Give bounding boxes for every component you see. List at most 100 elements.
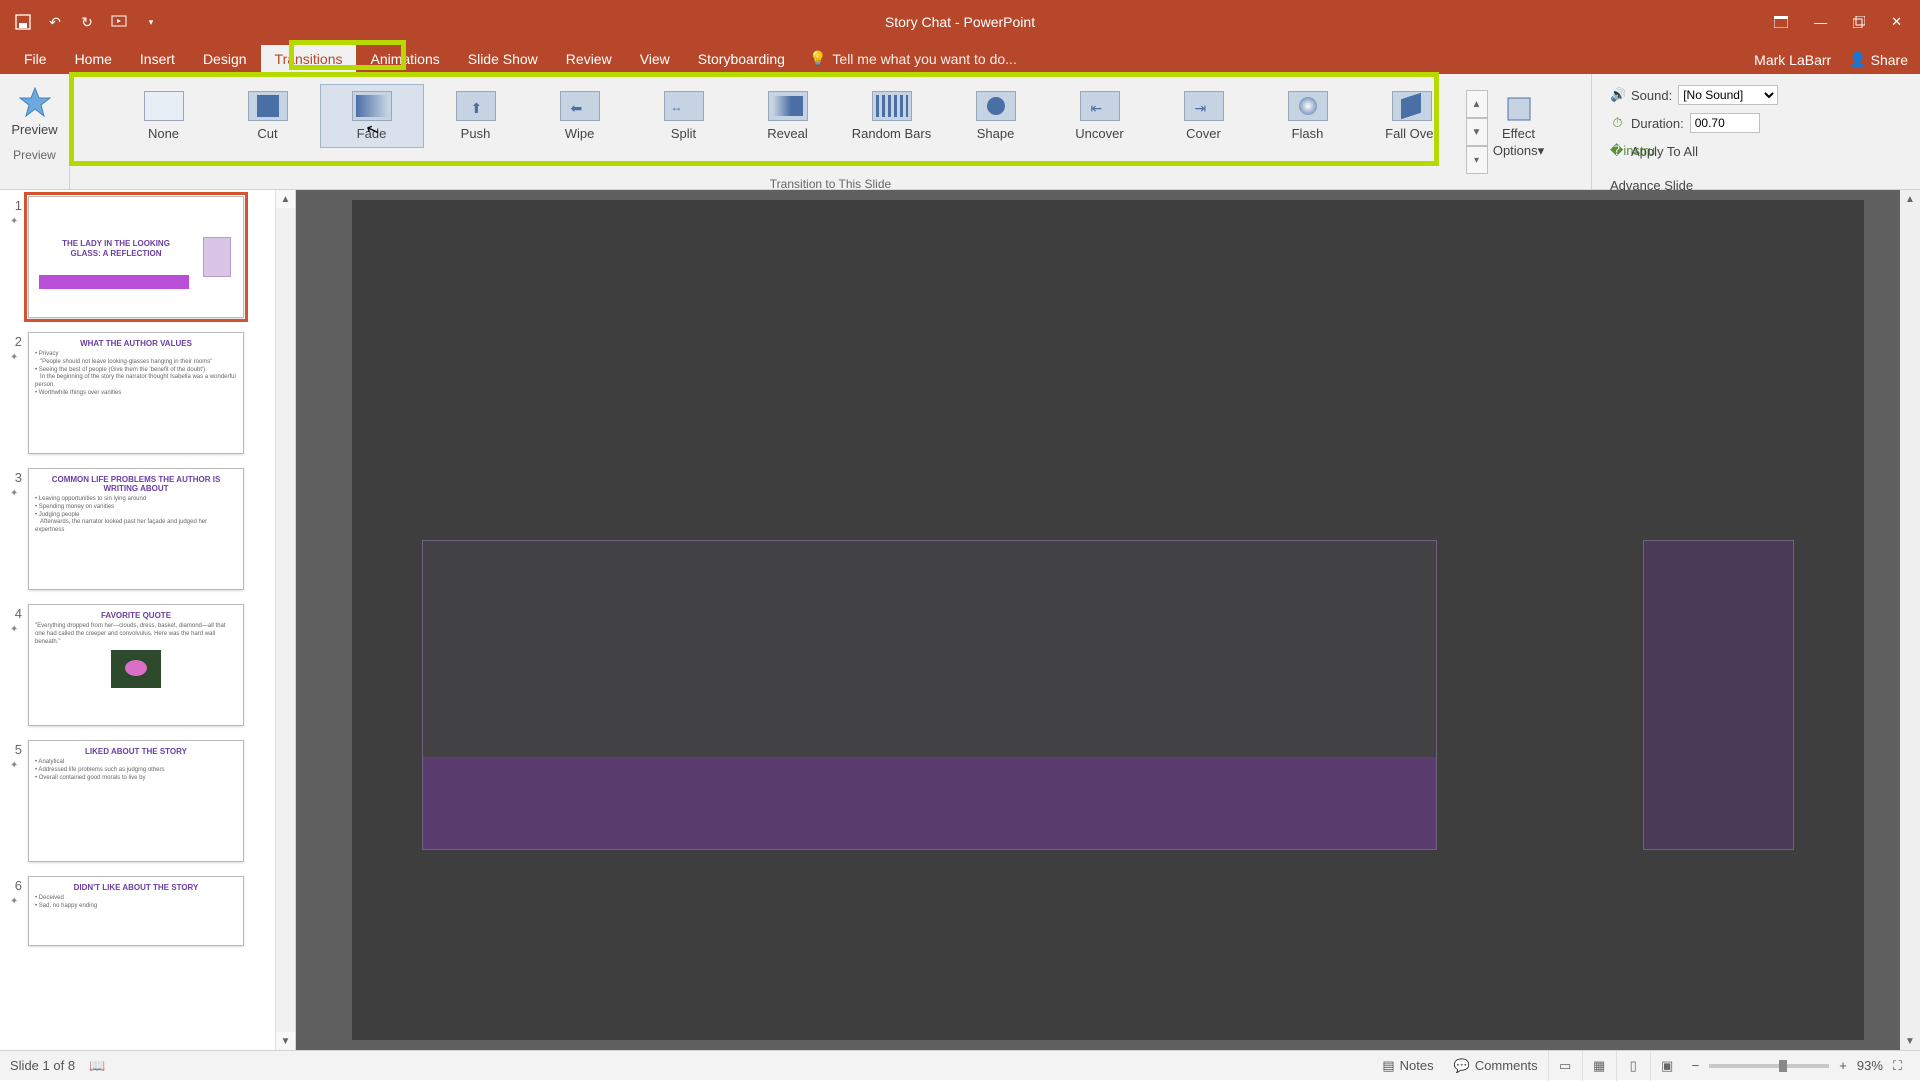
slide-thumbnail-4[interactable]: FAVORITE QUOTE"Everything dropped from h… [28,604,244,726]
share-icon: 👤 [1849,51,1866,68]
signed-in-user[interactable]: Mark LaBarr [1754,52,1831,68]
slide-counter: Slide 1 of 8 [10,1058,75,1073]
scroll-down-icon[interactable]: ▼ [276,1032,295,1050]
tab-insert[interactable]: Insert [126,45,189,74]
zoom-slider[interactable] [1709,1064,1829,1068]
transition-shape[interactable]: Shape [944,84,1048,148]
transition-flash[interactable]: Flash [1256,84,1360,148]
titlebar: ↶ ↻ ▾ Story Chat - PowerPoint ― ✕ [0,0,1920,44]
apply-all-icon: �instru [1610,143,1625,159]
tab-design[interactable]: Design [189,45,261,74]
title-placeholder[interactable] [422,540,1437,850]
reading-view-icon[interactable]: ▯ [1616,1051,1650,1081]
transition-reveal[interactable]: Reveal [736,84,840,148]
tab-home[interactable]: Home [61,45,126,74]
minimize-icon[interactable]: ― [1814,15,1827,30]
preview-button[interactable]: Preview [1,78,67,145]
transition-uncover[interactable]: ⇤Uncover [1048,84,1152,148]
scroll-up-icon[interactable]: ▲ [1900,190,1920,208]
subtitle-bar [423,757,1436,849]
thumb-number: 3✦ [4,468,22,485]
save-icon[interactable] [14,13,32,31]
thumbnail-scrollbar[interactable]: ▲▼ [275,190,295,1050]
workspace: 1✦ THE LADY IN THE LOOKING GLASS: A REFL… [0,190,1920,1050]
close-icon[interactable]: ✕ [1891,14,1902,30]
slide-thumbnail-2[interactable]: WHAT THE AUTHOR VALUES• Privacy "People … [28,332,244,454]
sound-select[interactable]: [No Sound] [1678,85,1778,105]
animation-star-icon: ✦ [10,760,18,771]
slide-thumbnail-3[interactable]: COMMON LIFE PROBLEMS THE AUTHOR IS WRITI… [28,468,244,590]
slide-editor: ▲▼ [296,190,1920,1050]
transition-fade[interactable]: Fade [320,84,424,148]
status-bar: Slide 1 of 8 📖 ▤Notes 💬Comments ▭ ▦ ▯ ▣ … [0,1050,1920,1080]
zoom-control: − + 93% ⛶ [1684,1058,1910,1074]
tab-slide-show[interactable]: Slide Show [454,45,552,74]
share-button[interactable]: 👤Share [1849,51,1908,68]
gallery-scroll-up-icon[interactable]: ▲ [1466,90,1488,118]
slide-thumbnail-panel: 1✦ THE LADY IN THE LOOKING GLASS: A REFL… [0,190,296,1050]
ribbon-display-options-icon[interactable] [1774,16,1788,28]
slideshow-view-icon[interactable]: ▣ [1650,1051,1684,1081]
duration-icon: ⏱ [1610,115,1625,131]
qat-customize-icon[interactable]: ▾ [142,13,160,31]
animation-star-icon: ✦ [10,896,18,907]
sound-label: Sound: [1631,88,1672,103]
slide-thumbnail-5[interactable]: LIKED ABOUT THE STORY• Analytical • Addr… [28,740,244,862]
undo-icon[interactable]: ↶ [46,13,64,31]
transition-split[interactable]: ↔Split [632,84,736,148]
slide-thumbnail-1[interactable]: THE LADY IN THE LOOKING GLASS: A REFLECT… [28,196,244,318]
duration-label: Duration: [1631,116,1684,131]
tab-animations[interactable]: Animations [356,45,453,74]
transition-wipe[interactable]: ⬅Wipe [528,84,632,148]
transition-cover[interactable]: ⇥Cover [1152,84,1256,148]
tab-file[interactable]: File [10,45,61,74]
apply-to-all-button[interactable]: �instruApply To All [1610,140,1902,162]
bulb-icon: 💡 [809,50,826,67]
slide-thumbnail-6[interactable]: DIDN'T LIKE ABOUT THE STORY• Deceived • … [28,876,244,946]
scroll-down-icon[interactable]: ▼ [1900,1032,1920,1050]
normal-view-icon[interactable]: ▭ [1548,1051,1582,1081]
duration-input[interactable] [1690,113,1760,133]
editor-scrollbar[interactable]: ▲▼ [1900,190,1920,1050]
thumb-number: 2✦ [4,332,22,349]
transition-cut[interactable]: Cut [216,84,320,148]
gallery-more-icon[interactable]: ▾ [1466,146,1488,174]
animation-star-icon: ✦ [10,216,18,227]
redo-icon[interactable]: ↻ [78,13,96,31]
start-from-beginning-icon[interactable] [110,13,128,31]
tab-transitions[interactable]: Transitions [261,45,357,74]
scroll-up-icon[interactable]: ▲ [276,190,295,208]
slide-canvas[interactable] [422,540,1794,850]
gallery-scroll-down-icon[interactable]: ▼ [1466,118,1488,146]
zoom-out-icon[interactable]: − [1692,1058,1700,1073]
slide-sorter-icon[interactable]: ▦ [1582,1051,1616,1081]
thumb-number: 1✦ [4,196,22,213]
preview-star-icon [19,86,51,118]
notes-icon: ▤ [1382,1058,1394,1074]
zoom-value[interactable]: 93% [1857,1058,1883,1073]
tab-review[interactable]: Review [552,45,626,74]
preview-group-label: Preview [13,145,56,166]
tell-me-search[interactable]: 💡 Tell me what you want to do... [809,50,1017,74]
transition-fall-over[interactable]: Fall Over [1360,84,1464,148]
sound-icon: 🔊 [1610,87,1625,103]
tell-me-placeholder: Tell me what you want to do... [832,51,1016,67]
thumb-number: 6✦ [4,876,22,893]
transition-none[interactable]: None [112,84,216,148]
fit-to-window-icon[interactable]: ⛶ [1893,1058,1902,1074]
gallery-scroll[interactable]: ▲▼▾ [1466,90,1488,174]
effect-options-button[interactable]: EffectOptions▾ [1488,84,1550,159]
transition-push[interactable]: ⬆Push [424,84,528,148]
zoom-in-icon[interactable]: + [1839,1058,1847,1073]
notes-button[interactable]: ▤Notes [1372,1058,1443,1074]
window-title: Story Chat - PowerPoint [885,14,1035,30]
tab-storyboarding[interactable]: Storyboarding [684,45,799,74]
comments-icon: 💬 [1454,1058,1470,1074]
spellcheck-icon[interactable]: 📖 [89,1058,105,1074]
side-placeholder[interactable] [1643,540,1794,850]
transition-random-bars[interactable]: Random Bars [840,84,944,148]
restore-icon[interactable] [1853,16,1865,28]
comments-button[interactable]: 💬Comments [1444,1058,1548,1074]
transition-gallery: None Cut Fade ⬆Push ⬅Wipe ↔Split Reveal … [108,78,1554,174]
tab-view[interactable]: View [626,45,684,74]
